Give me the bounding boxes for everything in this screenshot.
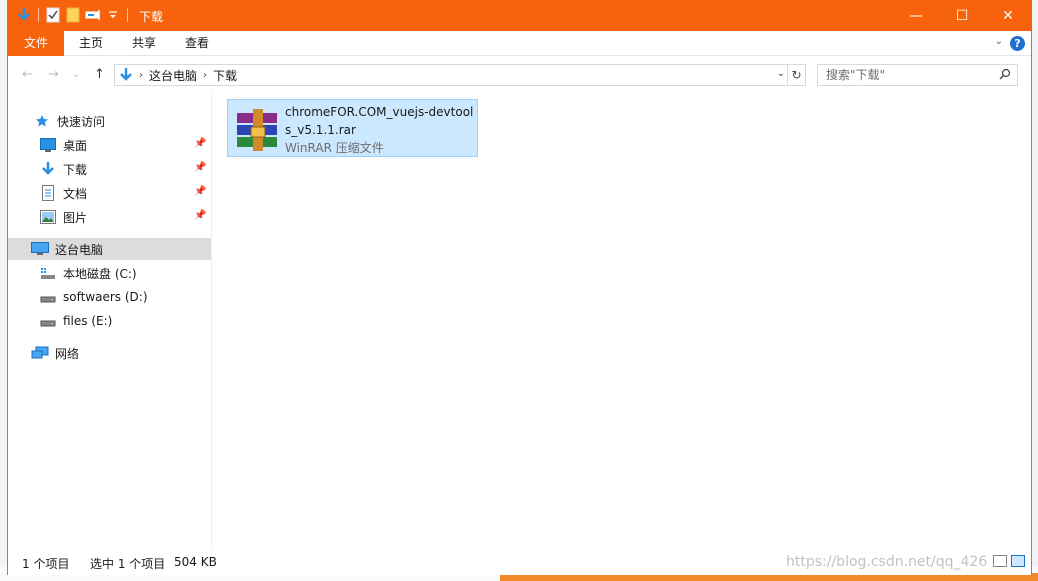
- system-drive-icon: [39, 265, 57, 281]
- nav-item-pictures[interactable]: 图片 📌: [39, 206, 211, 228]
- window-controls: — ☐ ✕: [893, 1, 1031, 31]
- nav-item-drive-e[interactable]: files (E:): [39, 310, 209, 332]
- nav-item-label: 这台电脑: [55, 242, 104, 257]
- file-item[interactable]: chromeFOR.COM_vuejs-devtools_v5.1.1.rar …: [227, 99, 478, 157]
- forward-button[interactable]: →: [48, 67, 59, 82]
- winrar-archive-icon: [233, 105, 281, 153]
- downloads-icon: [39, 161, 57, 177]
- downloads-icon: [119, 67, 133, 83]
- ribbon-tabs: 文件 主页 共享 查看 ⌄ ?: [8, 31, 1031, 56]
- toolbar-divider: [127, 8, 128, 22]
- address-history-chevron-icon[interactable]: ⌄: [777, 68, 785, 79]
- nav-item-label: 快速访问: [57, 114, 106, 129]
- file-name: chromeFOR.COM_vuejs-devtools_v5.1.1.rar: [285, 105, 474, 137]
- up-button[interactable]: ↑: [94, 67, 105, 82]
- tab-home[interactable]: 主页: [64, 31, 118, 56]
- nav-item-downloads[interactable]: 下载 📌: [39, 158, 211, 180]
- title-bar[interactable]: 下载 — ☐ ✕: [8, 1, 1031, 31]
- file-type: WinRAR 压缩文件: [285, 141, 384, 155]
- nav-item-label: 下载: [63, 162, 88, 177]
- nav-item-label: 文档: [63, 186, 88, 201]
- network-icon: [31, 345, 49, 361]
- download-arrow-icon[interactable]: [16, 7, 32, 23]
- close-button[interactable]: ✕: [985, 1, 1031, 31]
- nav-item-label: softwaers (D:): [63, 290, 148, 304]
- pictures-icon: [39, 209, 57, 225]
- large-icons-view-icon[interactable]: [1011, 555, 1025, 567]
- refresh-button[interactable]: ↻: [787, 65, 805, 85]
- drive-icon: [39, 313, 57, 329]
- nav-item-quick-access[interactable]: 快速访问: [33, 110, 203, 132]
- tab-view[interactable]: 查看: [170, 31, 224, 56]
- breadcrumb-separator: ›: [203, 69, 208, 81]
- details-view-icon[interactable]: [993, 555, 1007, 567]
- customize-dropdown-icon[interactable]: [105, 7, 121, 23]
- nav-item-drive-c[interactable]: 本地磁盘 (C:): [39, 262, 209, 284]
- address-bar[interactable]: › 这台电脑 › 下载 ⌄ ↻: [114, 64, 806, 86]
- pin-icon[interactable]: 📌: [194, 162, 206, 173]
- expand-ribbon-chevron-icon[interactable]: ⌄: [995, 36, 1003, 47]
- documents-icon: [39, 185, 57, 201]
- explorer-window: 下载 — ☐ ✕ 文件 主页 共享 查看 ⌄ ? ← → ⌄ ↑ › 这台电脑 …: [7, 0, 1032, 575]
- search-icon[interactable]: [999, 68, 1011, 83]
- breadcrumb-this-pc[interactable]: 这台电脑: [149, 67, 197, 84]
- toolbar-divider: [38, 8, 39, 22]
- breadcrumb-downloads[interactable]: 下载: [213, 67, 237, 84]
- nav-item-label: 网络: [55, 346, 80, 361]
- properties-check-icon[interactable]: [45, 7, 61, 23]
- address-row: ← → ⌄ ↑ › 这台电脑 › 下载 ⌄ ↻: [8, 56, 1031, 92]
- nav-item-label: 本地磁盘 (C:): [63, 266, 137, 281]
- nav-item-label: 桌面: [63, 138, 88, 153]
- search-input[interactable]: [818, 65, 988, 85]
- help-icon[interactable]: ?: [1010, 36, 1025, 51]
- desktop-icon: [39, 137, 57, 153]
- file-list: chromeFOR.COM_vuejs-devtools_v5.1.1.rar …: [213, 92, 1031, 548]
- pin-icon[interactable]: 📌: [194, 138, 206, 149]
- new-folder-icon[interactable]: [65, 7, 81, 23]
- nav-item-drive-d[interactable]: softwaers (D:): [39, 286, 209, 308]
- rename-icon[interactable]: [85, 7, 101, 23]
- tab-share[interactable]: 共享: [118, 31, 170, 56]
- computer-icon: [31, 241, 49, 257]
- quick-access-toolbar: [16, 7, 130, 23]
- nav-item-documents[interactable]: 文档 📌: [39, 182, 211, 204]
- search-box: [817, 64, 1018, 86]
- selection-count: 选中 1 个项目: [90, 557, 166, 571]
- breadcrumb-separator: ›: [139, 69, 143, 81]
- drive-icon: [39, 289, 57, 305]
- window-title: 下载: [139, 10, 164, 24]
- tab-file[interactable]: 文件: [8, 31, 64, 56]
- nav-item-label: 图片: [63, 210, 88, 225]
- star-icon: [33, 113, 51, 129]
- status-bar: 1 个项目 选中 1 个项目 504 KB: [8, 549, 1031, 575]
- nav-item-desktop[interactable]: 桌面 📌: [39, 134, 211, 156]
- item-count: 1 个项目: [22, 557, 70, 571]
- minimize-button[interactable]: —: [893, 1, 939, 31]
- nav-item-label: files (E:): [63, 314, 113, 328]
- maximize-button[interactable]: ☐: [939, 1, 985, 31]
- selection-size: 504 KB: [174, 555, 217, 569]
- pin-icon[interactable]: 📌: [194, 210, 206, 221]
- navigation-pane: 快速访问 桌面 📌 下载 📌 文档 📌 图片 📌 这台电脑 本地磁盘 (C:) …: [8, 92, 212, 548]
- pin-icon[interactable]: 📌: [194, 186, 206, 197]
- back-button[interactable]: ←: [22, 67, 33, 82]
- nav-item-network[interactable]: 网络: [31, 342, 201, 364]
- view-toggle: [993, 555, 1025, 567]
- recent-locations-chevron-icon[interactable]: ⌄: [72, 69, 80, 80]
- nav-item-this-pc[interactable]: 这台电脑: [8, 238, 211, 260]
